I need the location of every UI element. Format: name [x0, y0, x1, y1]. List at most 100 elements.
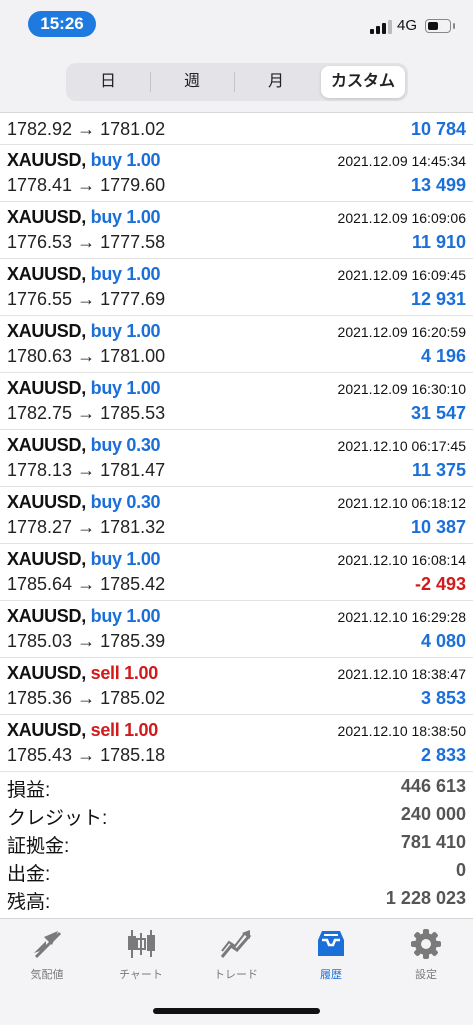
deal-datetime: 2021.12.10 06:17:45 [337, 438, 466, 454]
trade-icon [220, 930, 252, 958]
tab-quotes[interactable]: 気配値 [0, 927, 94, 982]
deal-datetime: 2021.12.09 16:09:45 [337, 267, 466, 283]
deal-action: buy 1.00 [90, 549, 161, 569]
deals-list[interactable]: 1782.92 → 1781.02 10 784 XAUUSD, buy 1.0… [0, 113, 473, 772]
period-tab-custom[interactable]: カスタム [321, 66, 405, 98]
deal-row[interactable]: XAUUSD, buy 1.00 2021.12.09 16:30:10 1782.… [0, 373, 473, 430]
deal-row[interactable]: XAUUSD, buy 0.30 2021.12.10 06:18:12 1778.… [0, 487, 473, 544]
deal-profit: 11 375 [411, 460, 466, 480]
deal-prices: 1776.55 → 1777.69 [7, 289, 166, 309]
deal-datetime: 2021.12.09 14:45:34 [337, 153, 466, 169]
deal-prices: 1785.64 → 1785.42 [7, 574, 166, 594]
settings-icon [411, 929, 441, 959]
deal-profit: 2 833 [420, 745, 466, 765]
deal-prices: 1782.92 → 1781.02 [7, 119, 166, 139]
deal-symbol-text: XAUUSD, [7, 549, 86, 569]
account-summary: 損益: 446 613 クレジット: 240 000 証拠金: 781 410 … [0, 773, 473, 913]
deal-profit: 13 499 [410, 175, 466, 195]
deal-prices: 1782.75 → 1785.53 [7, 403, 166, 423]
deal-symbol-text: XAUUSD, [7, 321, 86, 341]
deal-profit: 4 080 [420, 631, 466, 651]
deal-prices: 1780.63 → 1781.00 [7, 346, 166, 366]
summary-row-profit: 損益: 446 613 [0, 773, 473, 801]
summary-value: 1 228 023 [385, 888, 466, 908]
deal-prices: 1776.53 → 1777.58 [7, 232, 166, 252]
period-tab-week[interactable]: 週 [150, 63, 234, 101]
deal-profit: -2 493 [414, 574, 466, 594]
deal-action: buy 1.00 [90, 378, 161, 398]
chart-icon [128, 930, 155, 958]
tab-settings[interactable]: 設定 [379, 927, 473, 982]
deal-profit: 10 387 [410, 517, 466, 537]
deal-row[interactable]: XAUUSD, buy 1.00 2021.12.09 16:09:06 1776.… [0, 202, 473, 259]
deal-row[interactable]: XAUUSD, buy 0.30 2021.12.10 06:17:45 1778.… [0, 430, 473, 487]
deal-row[interactable]: XAUUSD, buy 1.00 2021.12.09 16:09:45 1776.… [0, 259, 473, 316]
tab-label: 気配値 [30, 969, 64, 981]
history-header: 日 週 月 カスタム [0, 50, 473, 113]
status-bar: 15:26 4G [0, 0, 473, 50]
summary-label: クレジット: [7, 808, 108, 829]
deal-datetime: 2021.12.09 16:20:59 [337, 324, 466, 340]
tab-chart[interactable]: チャート [94, 927, 188, 982]
deal-row[interactable]: XAUUSD, buy 1.00 2021.12.09 16:20:59 1780.… [0, 316, 473, 373]
deal-row-partial[interactable]: 1782.92 → 1781.02 10 784 [0, 113, 473, 145]
deal-prices: 1778.27 → 1781.32 [7, 517, 166, 537]
deal-symbol: XAUUSD, buy 1.00 [7, 606, 161, 627]
deal-row[interactable]: XAUUSD, buy 1.00 2021.12.10 16:29:28 1785.… [0, 601, 473, 658]
deal-symbol-text: XAUUSD, [7, 435, 86, 455]
tab-label: 履歴 [320, 969, 342, 981]
deal-symbol: XAUUSD, sell 1.00 [7, 720, 158, 741]
deal-symbol: XAUUSD, buy 1.00 [7, 264, 161, 285]
history-icon [318, 931, 344, 956]
deal-datetime: 2021.12.10 06:18:12 [337, 495, 466, 511]
deal-datetime: 2021.12.10 18:38:47 [337, 666, 466, 682]
deal-profit: 12 931 [410, 289, 466, 309]
deal-datetime: 2021.12.10 18:38:50 [337, 723, 466, 739]
quotes-icon [34, 931, 62, 959]
period-tab-day[interactable]: 日 [66, 63, 150, 101]
deal-symbol-text: XAUUSD, [7, 720, 86, 740]
deal-profit: 31 547 [410, 403, 466, 423]
deal-symbol: XAUUSD, buy 0.30 [7, 435, 161, 456]
deal-symbol-text: XAUUSD, [7, 492, 86, 512]
tab-label: トレード [214, 969, 258, 981]
summary-label: 損益: [7, 780, 51, 801]
deal-row[interactable]: XAUUSD, sell 1.00 2021.12.10 18:38:47 1785… [0, 658, 473, 715]
deal-datetime: 2021.12.10 16:08:14 [337, 552, 466, 568]
network-label: 4G [397, 17, 418, 34]
battery-icon [425, 19, 455, 33]
deal-symbol: XAUUSD, buy 1.00 [7, 378, 161, 399]
deal-symbol: XAUUSD, buy 0.30 [7, 492, 161, 513]
deal-action: buy 0.30 [90, 435, 161, 455]
deal-action: sell 1.00 [90, 663, 159, 683]
period-tab-month[interactable]: 月 [234, 63, 318, 101]
deal-symbol-text: XAUUSD, [7, 150, 86, 170]
deal-row[interactable]: XAUUSD, sell 1.00 2021.12.10 18:38:50 1785… [0, 715, 473, 772]
deal-symbol: XAUUSD, sell 1.00 [7, 663, 158, 684]
deal-row[interactable]: XAUUSD, buy 1.00 2021.12.09 14:45:34 1778.… [0, 145, 473, 202]
summary-label: 証拠金: [7, 836, 70, 857]
deal-prices: 1785.36 → 1785.02 [7, 688, 166, 708]
deal-symbol-text: XAUUSD, [7, 264, 86, 284]
tab-trade[interactable]: トレード [189, 927, 283, 982]
deal-datetime: 2021.12.10 16:29:28 [337, 609, 466, 625]
deal-symbol: XAUUSD, buy 1.00 [7, 150, 161, 171]
deal-profit: 4 196 [420, 346, 466, 366]
summary-value: 781 410 [400, 832, 466, 852]
deal-row[interactable]: XAUUSD, buy 1.00 2021.12.10 16:08:14 1785.… [0, 544, 473, 601]
deal-datetime: 2021.12.09 16:09:06 [337, 210, 466, 226]
status-time: 15:26 [28, 11, 96, 37]
deal-action: buy 1.00 [90, 264, 161, 284]
tab-label: チャート [119, 969, 163, 981]
deal-prices: 1778.13 → 1781.47 [7, 460, 166, 480]
deal-symbol-text: XAUUSD, [7, 663, 86, 683]
deal-symbol: XAUUSD, buy 1.00 [7, 321, 161, 342]
deal-symbol: XAUUSD, buy 1.00 [7, 549, 161, 570]
deal-profit: 11 910 [411, 232, 466, 252]
deal-action: buy 1.00 [90, 207, 161, 227]
deal-symbol-text: XAUUSD, [7, 378, 86, 398]
deal-action: buy 1.00 [90, 606, 161, 626]
deal-profit: 10 784 [410, 119, 466, 139]
deal-prices: 1778.41 → 1779.60 [7, 175, 166, 195]
tab-history[interactable]: 履歴 [284, 927, 378, 982]
